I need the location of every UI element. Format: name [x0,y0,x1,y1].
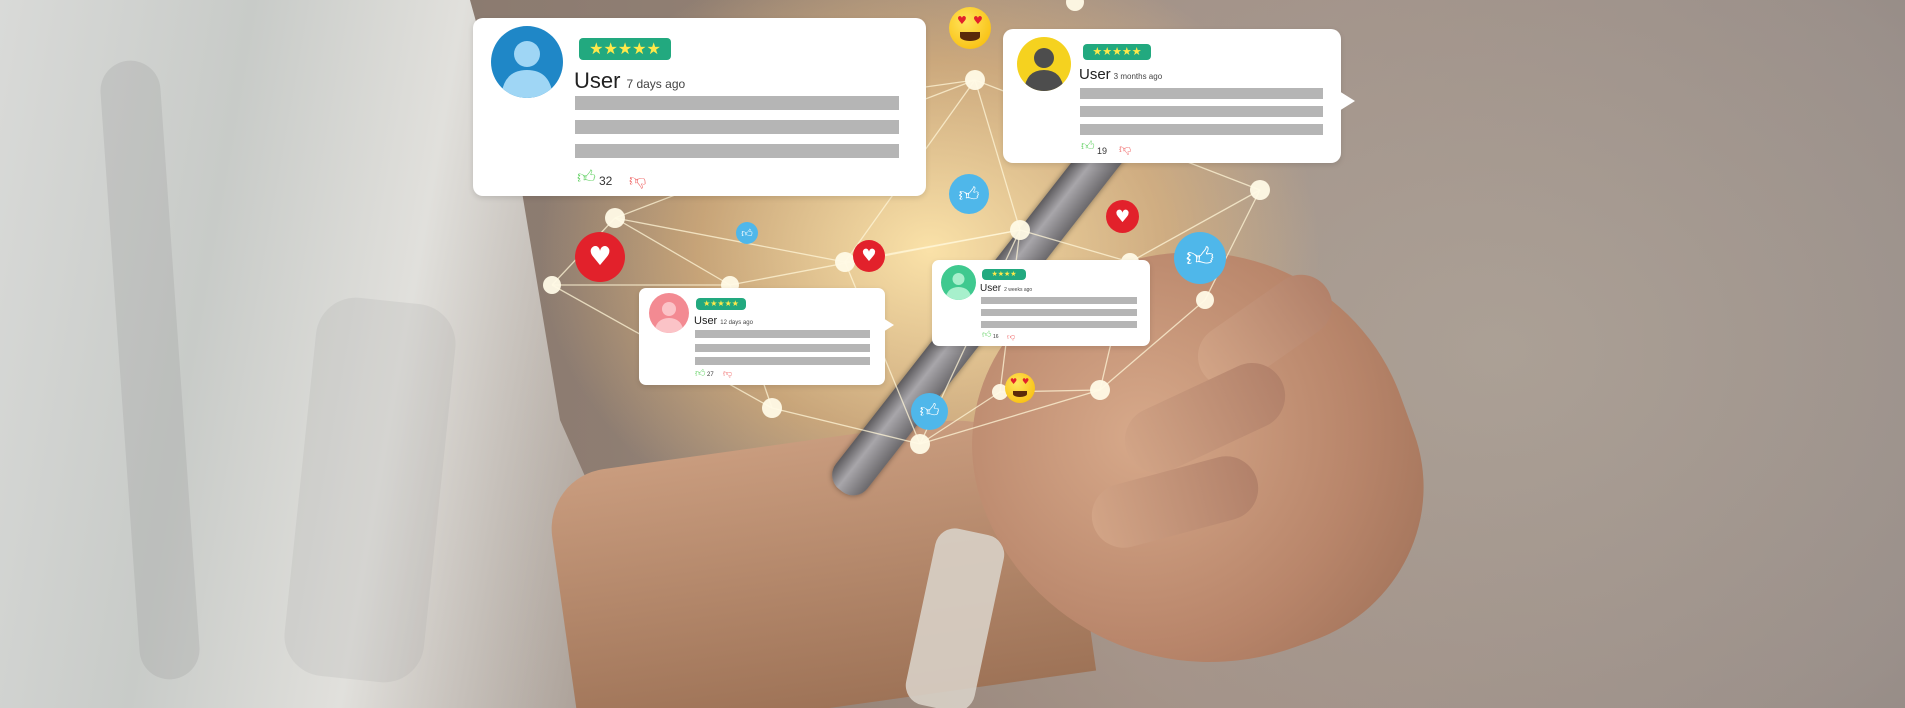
user-name: User [1079,66,1111,83]
avatar [941,265,976,300]
review-user-name: User 2 weeks ago [980,283,1032,294]
user-name: User [694,315,718,327]
heart-eyes-emoji-icon: ♥ ♥ [949,7,991,49]
like-count: 16 [993,334,999,340]
speech-bubble-tail [1339,91,1355,111]
thumbs-down-icon[interactable]: 👎︎ [1007,332,1015,342]
review-text-line [575,120,899,134]
thumbs-down-icon[interactable]: 👎︎ [723,369,732,379]
like-count: 27 [707,372,714,378]
review-user-name: User 3 months ago [1079,66,1162,83]
thumbs-up-icon[interactable]: 👍︎ [1081,139,1095,154]
thumbs-up-icon: 👍︎ [911,393,948,430]
user-name: User [574,68,621,93]
review-text-line [1080,124,1323,135]
heart-icon: ♥ [853,240,885,272]
heart-eye: ♥ [1010,377,1018,386]
user-avatar-icon [1017,37,1071,91]
thumbs-down-icon[interactable]: 👎︎ [629,170,646,191]
review-text-line [575,96,899,110]
user-name: User [980,283,1002,294]
like-count: 19 [1097,146,1108,156]
speech-bubble-tail [883,318,894,332]
rating-stars: ★★★★★ [1083,44,1151,60]
review-user-name: User 12 days ago [694,315,753,327]
review-text-line [575,144,899,158]
thumbs-up-icon[interactable]: 👍︎ [982,330,991,340]
review-text-line [695,330,870,338]
review-age: 3 months ago [1113,72,1163,81]
review-text-line [981,309,1137,316]
thumbs-up-icon[interactable]: 👍︎ [695,367,705,379]
review-card: ★★★★★ User 7 days ago 👍︎ 32 👎︎ [473,18,926,196]
review-age: 2 weeks ago [1004,287,1033,293]
heart-eye: ♥ [973,14,983,27]
user-avatar-icon [649,293,689,333]
user-avatar-icon [491,26,563,98]
avatar [649,293,689,333]
thumbs-up-icon: 👍︎ [949,174,989,214]
review-card: ★★★★★ User 3 months ago 👍︎ 19 👎︎ [1003,29,1355,163]
photo-scene: ★★★★★ User 7 days ago 👍︎ 32 👎︎ ★★★★★ User… [0,0,1905,708]
thumbs-up-icon: 👍︎ [1174,232,1226,284]
heart-eye: ♥ [1022,377,1030,386]
thumbs-up-icon: 👍︎ [736,222,758,244]
review-text-line [1080,88,1323,99]
like-count: 32 [599,174,613,188]
heart-icon: ♥ [575,232,625,282]
heart-eyes-emoji-icon: ♥ ♥ [1005,373,1035,403]
review-text-line [695,357,870,365]
heart-icon: ♥ [1106,200,1139,233]
rating-stars: ★★★★★ [579,38,671,60]
review-text-line [981,297,1137,304]
review-text-line [981,321,1137,328]
mouth [1013,391,1027,397]
rating-stars: ★★★★★ [696,298,746,310]
avatar [1017,37,1071,91]
review-age: 12 days ago [720,320,753,326]
mouth [960,32,980,41]
review-card: ★★★★ User 2 weeks ago 👍︎ 16 👎︎ [932,260,1150,346]
rating-stars: ★★★★ [982,269,1026,280]
review-user-name: User 7 days ago [574,68,685,94]
network-lines [543,0,1270,454]
review-text-line [1080,106,1323,117]
avatar [491,26,563,98]
thumbs-up-icon[interactable]: 👍︎ [577,166,596,188]
thumbs-down-icon[interactable]: 👎︎ [1119,142,1131,157]
review-text-line [695,344,870,352]
review-age: 7 days ago [626,77,686,91]
heart-eye: ♥ [957,14,967,27]
user-avatar-icon [941,265,976,300]
review-card: ★★★★★ User 12 days ago 👍︎ 27 👎︎ [639,288,894,385]
